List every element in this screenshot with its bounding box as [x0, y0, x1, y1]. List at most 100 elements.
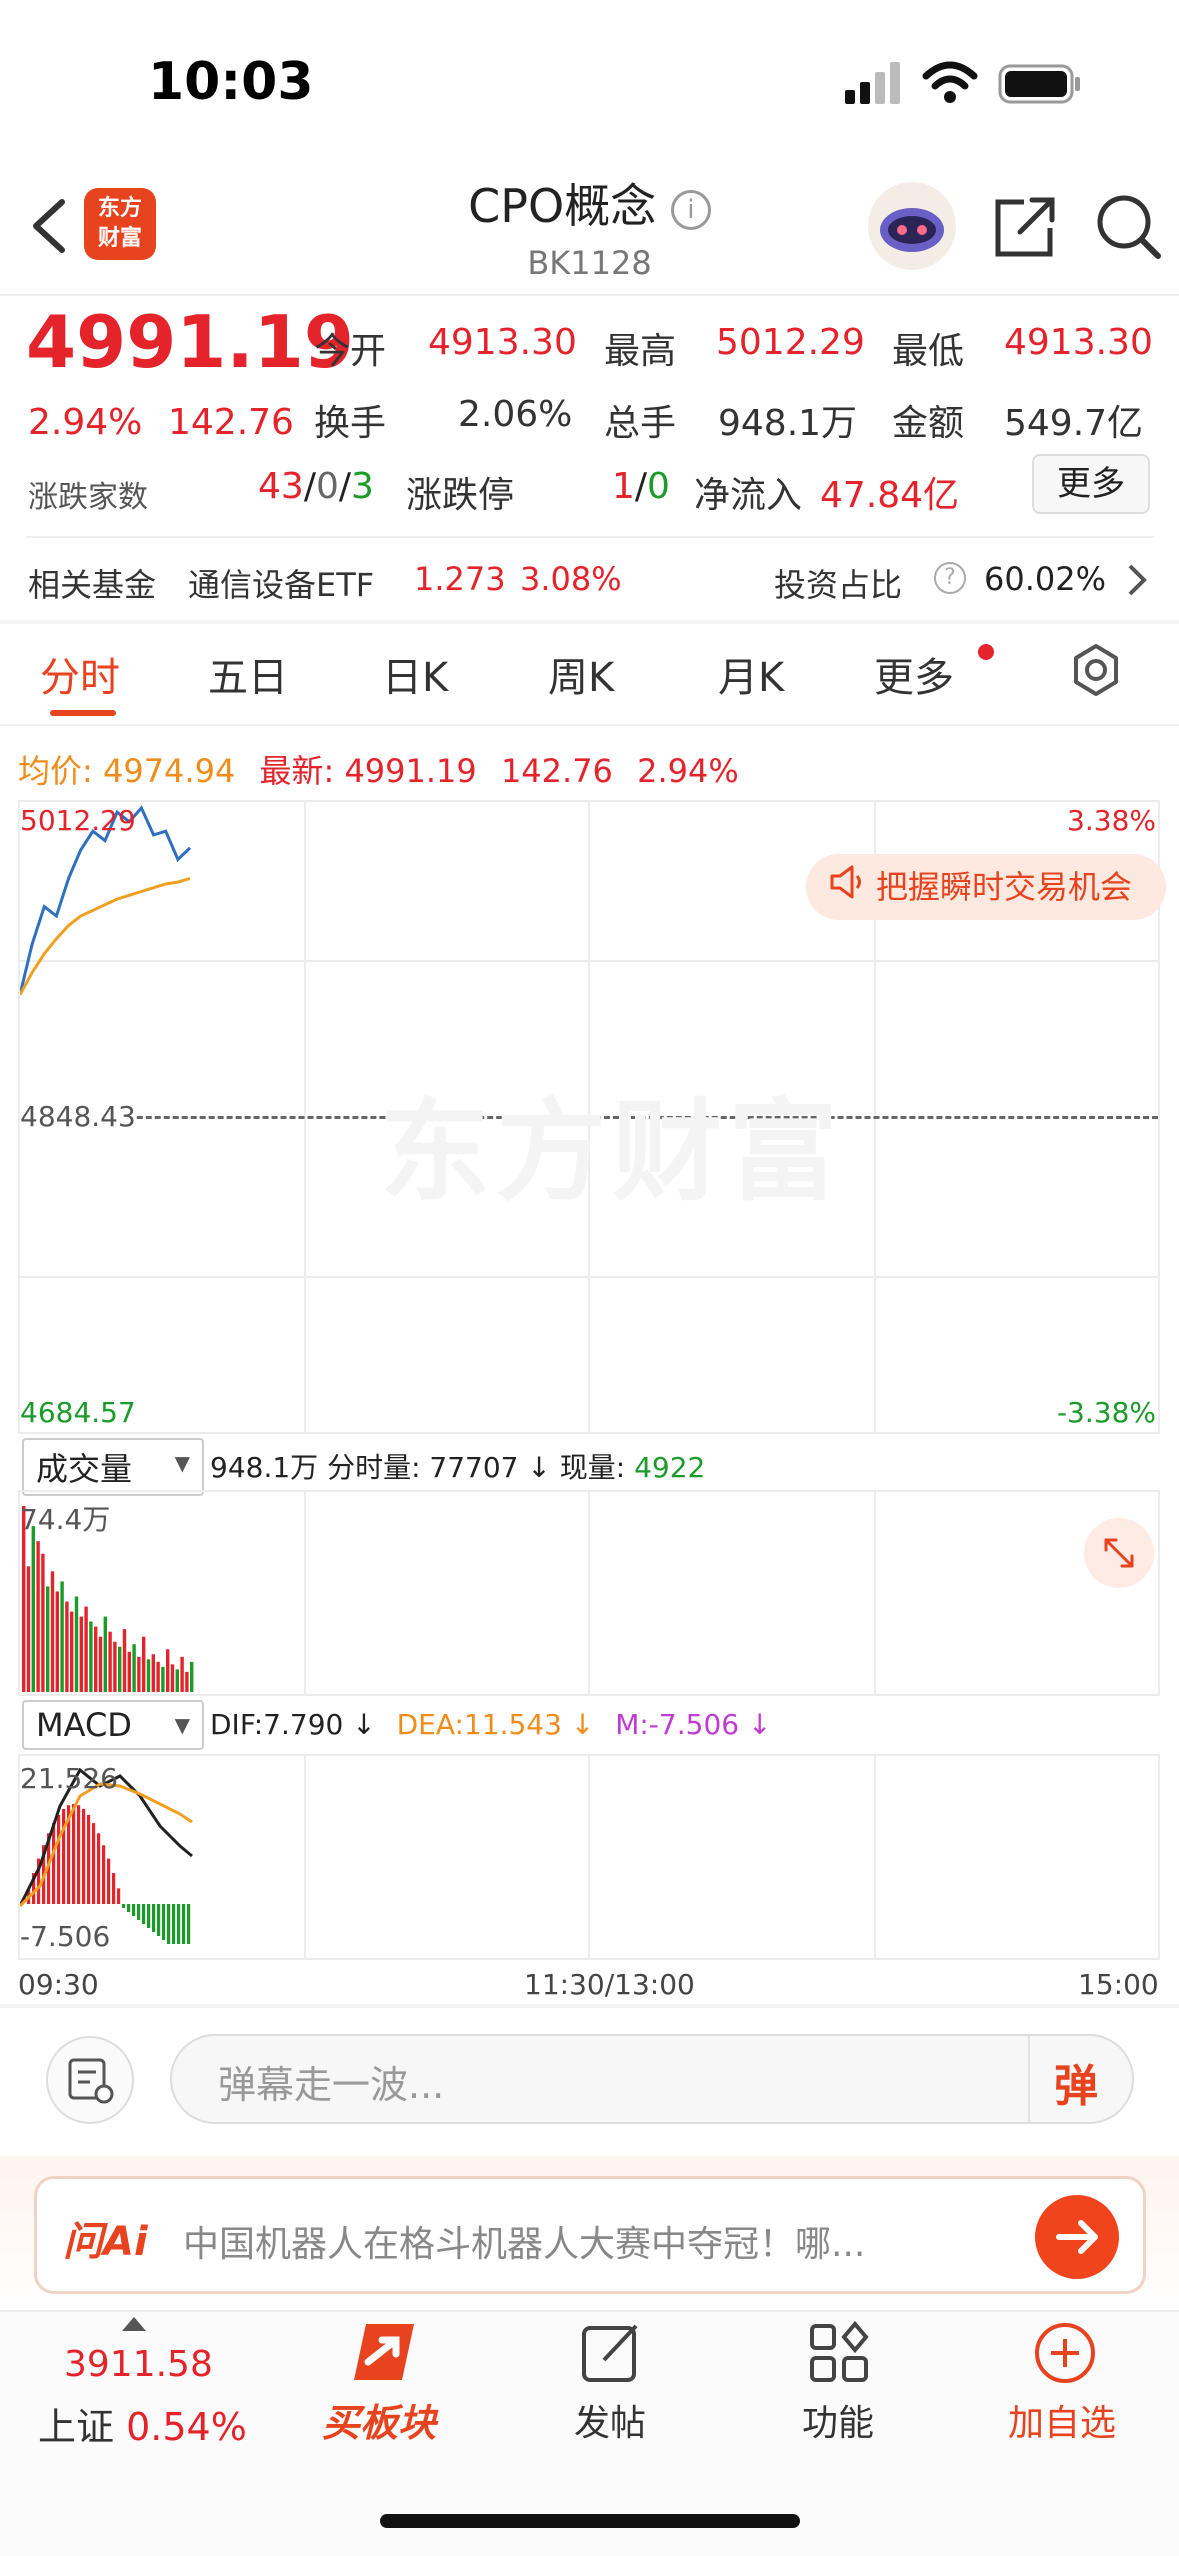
volume-bar [98, 1636, 103, 1692]
breadth-values: 43/0/3 [258, 466, 374, 507]
ai-question-bar[interactable]: 问Ai 中国机器人在格斗机器人大赛中夺冠！哪... [34, 2176, 1146, 2294]
volume-bar [146, 1659, 151, 1692]
post-icon[interactable] [578, 2320, 644, 2390]
netflow-label: 净流入 [694, 475, 803, 516]
macd-lines [20, 1767, 193, 1944]
tab-underline [50, 710, 116, 716]
settings-icon[interactable] [1068, 642, 1124, 702]
tab-monthly-k[interactable]: 月K [718, 645, 784, 703]
notes-icon[interactable] [46, 2036, 134, 2124]
chevron-right-icon[interactable] [1126, 562, 1150, 602]
volume-bar [190, 1661, 194, 1692]
y-bottom-label: 4684.57 [20, 1396, 136, 1429]
volume-indicator-select[interactable]: 成交量 ▼ [22, 1438, 204, 1496]
fund-label: 相关基金 [28, 566, 157, 604]
volume-bar [185, 1671, 189, 1692]
danmaku-button[interactable]: 弹 [1054, 2050, 1098, 2114]
netflow-value: 47.84亿 [820, 475, 960, 516]
nav-post[interactable]: 发帖 [562, 2394, 658, 2446]
macd-bottom-label: -7.506 [20, 1920, 111, 1953]
turnover-value: 2.06% [458, 394, 573, 435]
share-icon[interactable] [990, 192, 1060, 266]
macd-legend: DIF:7.790 ↓ DEA:11.543 ↓ M:-7.506 ↓ [210, 1708, 772, 1741]
search-icon[interactable] [1094, 192, 1164, 266]
nav-buy-sector[interactable]: 买板块 [322, 2392, 436, 2447]
macd-bar [132, 1904, 136, 1916]
volume-bar [79, 1616, 83, 1692]
volume-bar [31, 1526, 35, 1692]
volume-bar [132, 1644, 136, 1692]
volume-bar [161, 1666, 165, 1692]
volume-bar [103, 1616, 107, 1692]
ratio-label: 投资占比 [774, 566, 903, 604]
volume-bar [118, 1646, 122, 1692]
tab-daily-k[interactable]: 日K [382, 645, 448, 703]
macd-bar [112, 1873, 116, 1904]
tab-five-day[interactable]: 五日 [208, 645, 288, 703]
index-summary[interactable]: 上证 0.54% [38, 2396, 247, 2451]
macd-bar [117, 1888, 121, 1904]
macd-bar [152, 1904, 156, 1932]
buy-sector-icon[interactable] [340, 2318, 424, 2396]
volume-bar [89, 1621, 93, 1692]
macd-bar [102, 1845, 106, 1904]
volume-bar [175, 1669, 179, 1692]
macd-bar [107, 1858, 111, 1904]
price-chart[interactable]: 东方财富 5012.29 4848.43 4684.57 3.38% -3.38… [18, 800, 1166, 1434]
macd-bar [77, 1805, 81, 1904]
average-price-line [20, 876, 191, 996]
robot-avatar-icon[interactable] [866, 180, 958, 276]
functions-icon[interactable] [806, 2320, 872, 2390]
macd-bar [182, 1904, 186, 1944]
fund-name[interactable]: 通信设备ETF [188, 560, 374, 606]
volume-bar [74, 1596, 79, 1692]
turnover-label: 换手 [314, 403, 387, 444]
promo-banner[interactable]: 把握瞬时交易机会 [806, 854, 1166, 920]
more-button[interactable]: 更多 [1032, 454, 1150, 514]
ai-text: 中国机器人在格斗机器人大赛中夺冠！哪... [183, 2224, 866, 2265]
danmaku-placeholder: 弹幕走一波... [218, 2063, 445, 2107]
index-value[interactable]: 3911.58 [64, 2344, 213, 2385]
fund-pct: 3.08% [520, 560, 622, 598]
volume-bars [22, 1506, 194, 1692]
help-icon[interactable]: ? [934, 562, 966, 594]
tab-weekly-k[interactable]: 周K [548, 645, 614, 703]
volume-chart[interactable]: 74.4万 [18, 1490, 1160, 1696]
time-mid: 11:30/13:00 [524, 1968, 695, 2001]
add-circle-icon[interactable] [1032, 2320, 1098, 2390]
macd-bar [162, 1904, 166, 1940]
limit-label: 涨跌停 [406, 475, 515, 516]
high-value: 5012.29 [716, 322, 865, 363]
volume-bar [84, 1606, 88, 1692]
danmaku-input[interactable]: 弹幕走一波... 弹 [170, 2034, 1134, 2124]
macd-bar [172, 1904, 176, 1944]
info-icon[interactable]: i [670, 189, 711, 230]
nav-functions[interactable]: 功能 [790, 2394, 886, 2446]
arrow-right-icon[interactable] [1035, 2195, 1119, 2279]
volume-bar [166, 1649, 170, 1692]
macd-bar [62, 1808, 66, 1904]
low-value: 4913.30 [1004, 322, 1153, 363]
volume-bar [170, 1664, 175, 1692]
tab-intraday[interactable]: 分时 [40, 645, 120, 703]
notification-dot [978, 644, 994, 660]
ratio-value: 60.02% [984, 560, 1107, 598]
breadth-label: 涨跌家数 [28, 480, 148, 515]
home-indicator [380, 2514, 800, 2528]
nav-add-watch[interactable]: 加自选 [1008, 2394, 1116, 2446]
volume-bar [55, 1591, 59, 1692]
macd-chart[interactable]: 21.526 -7.506 [18, 1754, 1160, 1960]
volume-bar [151, 1654, 155, 1692]
volume-bar [70, 1611, 74, 1692]
tab-more[interactable]: 更多 [874, 645, 954, 703]
macd-bar [97, 1833, 101, 1904]
macd-bar [187, 1904, 191, 1944]
volume-bar [50, 1571, 55, 1692]
volume-bar [60, 1581, 64, 1692]
expand-icon[interactable] [1084, 1518, 1154, 1588]
y-top-label: 5012.29 [20, 804, 136, 837]
wifi-icon [922, 60, 978, 108]
volume-bar [127, 1651, 131, 1692]
macd-indicator-select[interactable]: MACD ▼ [22, 1700, 204, 1750]
volume-bar [113, 1641, 117, 1692]
